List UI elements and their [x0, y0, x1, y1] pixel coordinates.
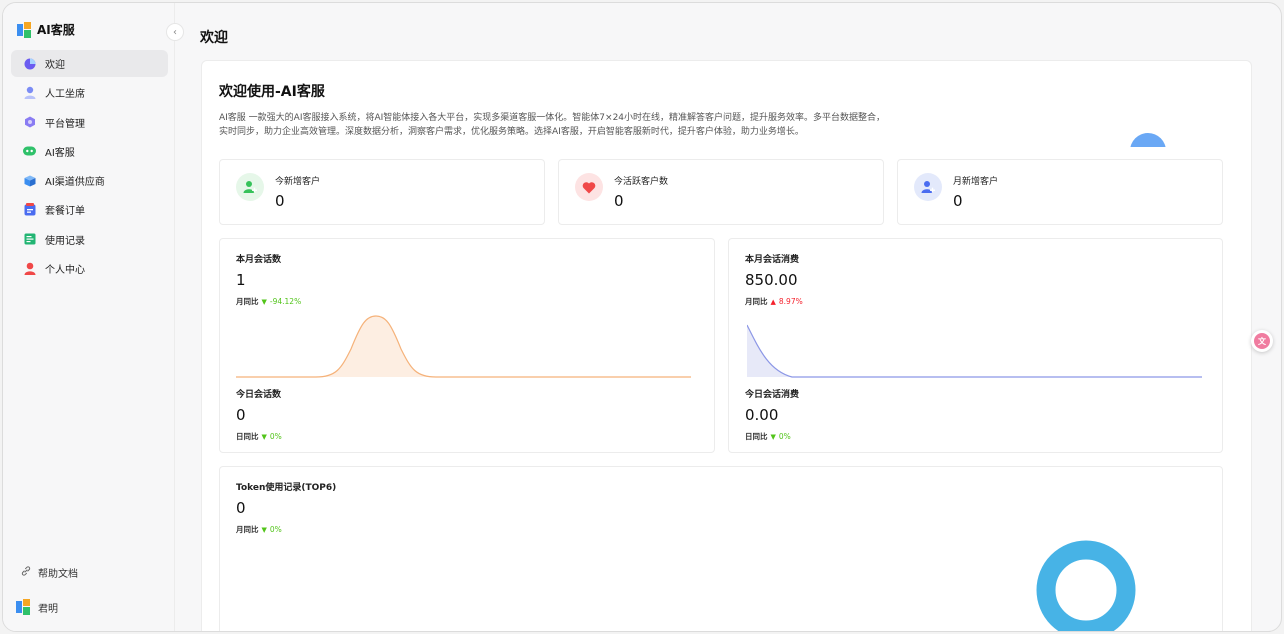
hexagon-icon	[23, 116, 36, 129]
sidebar-item-usage[interactable]: 使用记录	[11, 226, 168, 253]
today-sessions-value: 0	[236, 406, 246, 424]
add-user-icon	[914, 173, 942, 201]
sidebar-item-label: 欢迎	[45, 60, 65, 71]
sidebar-item-channel-supplier[interactable]: AI渠道供应商	[11, 167, 168, 194]
stat-value: 0	[953, 192, 963, 210]
arrow-down-icon: ▼	[261, 432, 267, 441]
today-consumption-label: 今日会话消费	[745, 390, 800, 400]
translate-icon: 文	[1254, 333, 1270, 349]
dashboard-panel: 欢迎使用-AI客服 AI客服 一款强大的AI客服接入系统，将AI智能体接入各大平…	[201, 60, 1252, 631]
token-value: 0	[236, 499, 246, 517]
comparison-value: 0%	[269, 525, 282, 534]
order-icon	[23, 203, 36, 216]
sidebar-item-label: 套餐订单	[45, 206, 85, 218]
app-name: AI客服	[37, 23, 75, 37]
token-title: Token使用记录(TOP6)	[236, 483, 337, 493]
avatar	[16, 599, 30, 615]
consumption-card: 本月会话消费 850.00 月同比 ▲ 8.97% 今日会话消费 0.00 日同…	[728, 238, 1223, 453]
welcome-description: AI客服 一款强大的AI客服接入系统，将AI智能体接入各大平台，实现多渠道客服一…	[219, 113, 886, 137]
stat-value: 0	[614, 192, 624, 210]
sessions-card: 本月会话数 1 月同比 ▼ -94.12% 今日会话数 0 日同比 ▼ 0%	[219, 238, 715, 453]
comparison-label: 月同比	[236, 297, 259, 306]
sidebar-item-label: AI客服	[45, 147, 75, 159]
month-sessions-comparison: 月同比 ▼ -94.12%	[236, 296, 301, 307]
record-icon	[23, 233, 36, 246]
cube-icon	[23, 174, 36, 187]
stat-card-new-customers-month: 月新增客户 0	[897, 159, 1223, 225]
user-profile[interactable]: 君明	[16, 599, 58, 615]
month-consumption-label: 本月会话消费	[745, 255, 800, 265]
sidebar-item-label: AI渠道供应商	[45, 177, 105, 189]
sessions-area-chart	[236, 315, 691, 378]
today-consumption-value: 0.00	[745, 406, 779, 424]
chevron-left-icon: ‹	[173, 26, 177, 38]
sidebar-item-label: 个人中心	[45, 265, 85, 277]
sidebar-item-profile[interactable]: 个人中心	[11, 255, 168, 282]
user-icon	[23, 86, 36, 100]
welcome-title: 欢迎使用-AI客服	[219, 84, 325, 100]
sidebar: AI客服 欢迎 人工坐席 平台管理 AI客服 AI渠道供应商 套餐订单 使用记录…	[3, 3, 175, 631]
token-comparison: 月同比 ▼ 0%	[236, 524, 282, 535]
stat-label: 月新增客户	[953, 177, 999, 187]
stat-card-active-customers-today: 今活跃客户数 0	[558, 159, 884, 225]
pie-chart-icon	[23, 57, 36, 70]
token-usage-card: Token使用记录(TOP6) 0 月同比 ▼ 0%	[219, 466, 1223, 631]
sidebar-item-orders[interactable]: 套餐订单	[11, 196, 168, 223]
add-user-icon	[236, 173, 264, 201]
today-sessions-comparison: 日同比 ▼ 0%	[236, 431, 282, 442]
sidebar-item-welcome[interactable]: 欢迎	[11, 50, 168, 77]
stat-label: 今新增客户	[275, 177, 321, 187]
brand[interactable]: AI客服	[17, 21, 75, 38]
comparison-label: 日同比	[236, 432, 259, 441]
sidebar-item-ai-service[interactable]: AI客服	[11, 138, 168, 165]
stat-card-new-customers-today: 今新增客户 0	[219, 159, 545, 225]
comparison-label: 月同比	[236, 525, 259, 534]
month-sessions-value: 1	[236, 271, 246, 289]
stat-label: 今活跃客户数	[614, 177, 669, 187]
comparison-value: 0%	[269, 432, 282, 441]
decorative-circle	[1130, 133, 1166, 147]
month-sessions-label: 本月会话数	[236, 255, 282, 265]
sidebar-item-label: 使用记录	[45, 235, 85, 247]
month-consumption-value: 850.00	[745, 271, 798, 289]
arrow-down-icon: ▼	[261, 297, 267, 306]
today-sessions-label: 今日会话数	[236, 390, 282, 400]
comparison-label: 日同比	[745, 432, 768, 441]
month-consumption-comparison: 月同比 ▲ 8.97%	[745, 296, 803, 307]
comparison-label: 月同比	[745, 297, 768, 306]
translate-float-button[interactable]: 文	[1251, 330, 1273, 352]
user-name: 君明	[38, 603, 58, 615]
token-donut-chart	[1036, 540, 1136, 631]
sidebar-collapse-button[interactable]: ‹	[166, 23, 184, 41]
heart-icon	[575, 173, 603, 201]
sidebar-item-platform[interactable]: 平台管理	[11, 109, 168, 136]
sidebar-item-agent[interactable]: 人工坐席	[11, 79, 168, 106]
person-icon	[23, 262, 36, 276]
page-title: 欢迎	[200, 30, 228, 46]
comparison-value: -94.12%	[269, 297, 302, 306]
help-docs-label: 帮助文档	[38, 569, 78, 580]
main-content: 欢迎 欢迎使用-AI客服 AI客服 一款强大的AI客服接入系统，将AI智能体接入…	[176, 3, 1281, 631]
sidebar-item-label: 平台管理	[45, 118, 85, 130]
help-docs-link[interactable]: 帮助文档	[21, 565, 78, 580]
app-logo-icon	[17, 21, 31, 38]
arrow-down-icon: ▼	[261, 525, 267, 534]
sidebar-item-label: 人工坐席	[45, 89, 85, 101]
stat-value: 0	[275, 192, 285, 210]
comparison-value: 0%	[778, 432, 791, 441]
comparison-value: 8.97%	[778, 297, 803, 306]
robot-icon	[23, 145, 36, 158]
arrow-down-icon: ▼	[770, 432, 776, 441]
app-window: AI客服 欢迎 人工坐席 平台管理 AI客服 AI渠道供应商 套餐订单 使用记录…	[2, 2, 1282, 632]
link-icon	[21, 566, 31, 579]
today-consumption-comparison: 日同比 ▼ 0%	[745, 431, 791, 442]
consumption-area-chart	[747, 324, 1202, 378]
arrow-up-icon: ▲	[770, 297, 776, 306]
sidebar-menu: 欢迎 人工坐席 平台管理 AI客服 AI渠道供应商 套餐订单 使用记录 个人中心	[11, 50, 168, 284]
